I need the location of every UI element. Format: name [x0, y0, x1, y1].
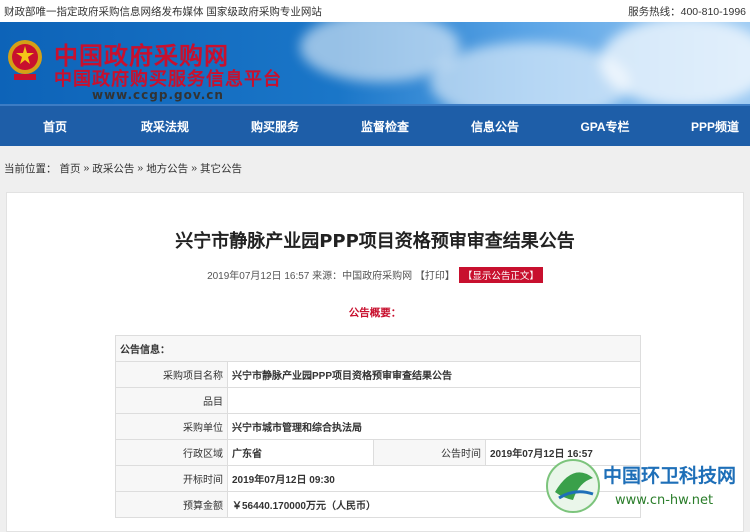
- row-label: 开标时间: [115, 465, 228, 492]
- table-row: 采购项目名称 兴宁市静脉产业园PPP项目资格预审审查结果公告: [115, 361, 641, 388]
- site-banner: 中国政府采购网 中国政府购买服务信息平台 www.ccgp.gov.cn: [0, 22, 750, 104]
- article-title: 兴宁市静脉产业园PPP项目资格预审审查结果公告: [175, 231, 575, 252]
- nav-home[interactable]: 首页: [0, 118, 110, 135]
- row-label: 采购项目名称: [115, 361, 228, 388]
- breadcrumb-sep: »: [191, 162, 198, 174]
- nav-supervision[interactable]: 监督检查: [330, 118, 440, 135]
- row-label: 行政区域: [115, 439, 228, 466]
- row-value: 广东省: [227, 439, 374, 466]
- row-label: 公告时间: [373, 439, 486, 466]
- row-value: [227, 387, 641, 414]
- show-body-button[interactable]: 【显示公告正文】: [458, 267, 543, 283]
- nav-gpa[interactable]: GPA专栏: [550, 118, 660, 135]
- row-value: 兴宁市城市管理和综合执法局: [227, 413, 641, 440]
- breadcrumb-sep: »: [83, 162, 90, 174]
- watermark-title: 中国环卫科技网: [603, 464, 736, 487]
- row-label: 品目: [115, 387, 228, 414]
- main-nav: 首页 政采法规 购买服务 监督检查 信息公告 GPA专栏 PPP频道: [0, 104, 750, 146]
- national-emblem-icon: [8, 40, 42, 80]
- table-row: 品目: [115, 387, 641, 414]
- article-meta: 2019年07月12日 16:57 来源：中国政府采购网 【打印】 【显示公告正文…: [7, 267, 743, 283]
- table-header: 公告信息：: [115, 335, 641, 362]
- breadcrumb-prefix: 当前位置：: [4, 162, 57, 175]
- breadcrumb-local[interactable]: 地方公告: [146, 161, 188, 176]
- breadcrumb-home[interactable]: 首页: [60, 161, 81, 176]
- nav-ppp[interactable]: PPP频道: [660, 118, 750, 135]
- top-info-bar: 财政部唯一指定政府采购信息网络发布媒体 国家级政府采购专业网站 服务热线：400…: [0, 0, 750, 22]
- nav-announcements[interactable]: 信息公告: [440, 118, 550, 135]
- row-label: 采购单位: [115, 413, 228, 440]
- topbar-slogan: 财政部唯一指定政府采购信息网络发布媒体 国家级政府采购专业网站: [4, 5, 322, 18]
- breadcrumb-sep: »: [137, 162, 144, 174]
- nav-regulations[interactable]: 政采法规: [110, 118, 220, 135]
- watermark-url: www.cn-hw.net: [615, 493, 713, 508]
- breadcrumb-procurement[interactable]: 政采公告: [92, 161, 134, 176]
- breadcrumb: 当前位置： 首页 » 政采公告 » 地方公告 » 其它公告: [0, 154, 750, 182]
- site-url: www.ccgp.gov.cn: [92, 88, 224, 102]
- breadcrumb-other[interactable]: 其它公告: [200, 161, 242, 176]
- watermark-logo: 中国环卫科技网 www.cn-hw.net: [546, 459, 736, 513]
- service-hotline: 服务热线：400-810-1996: [628, 5, 746, 18]
- row-value: 兴宁市静脉产业园PPP项目资格预审审查结果公告: [227, 361, 641, 388]
- article-date-source: 2019年07月12日 16:57 来源：中国政府采购网 【打印】: [207, 271, 455, 282]
- table-row: 采购单位 兴宁市城市管理和综合执法局: [115, 413, 641, 440]
- summary-heading: 公告概要：: [348, 307, 402, 319]
- table-row: 公告信息：: [115, 335, 641, 362]
- nav-purchase-services[interactable]: 购买服务: [220, 118, 330, 135]
- row-label: 预算金额: [115, 491, 228, 518]
